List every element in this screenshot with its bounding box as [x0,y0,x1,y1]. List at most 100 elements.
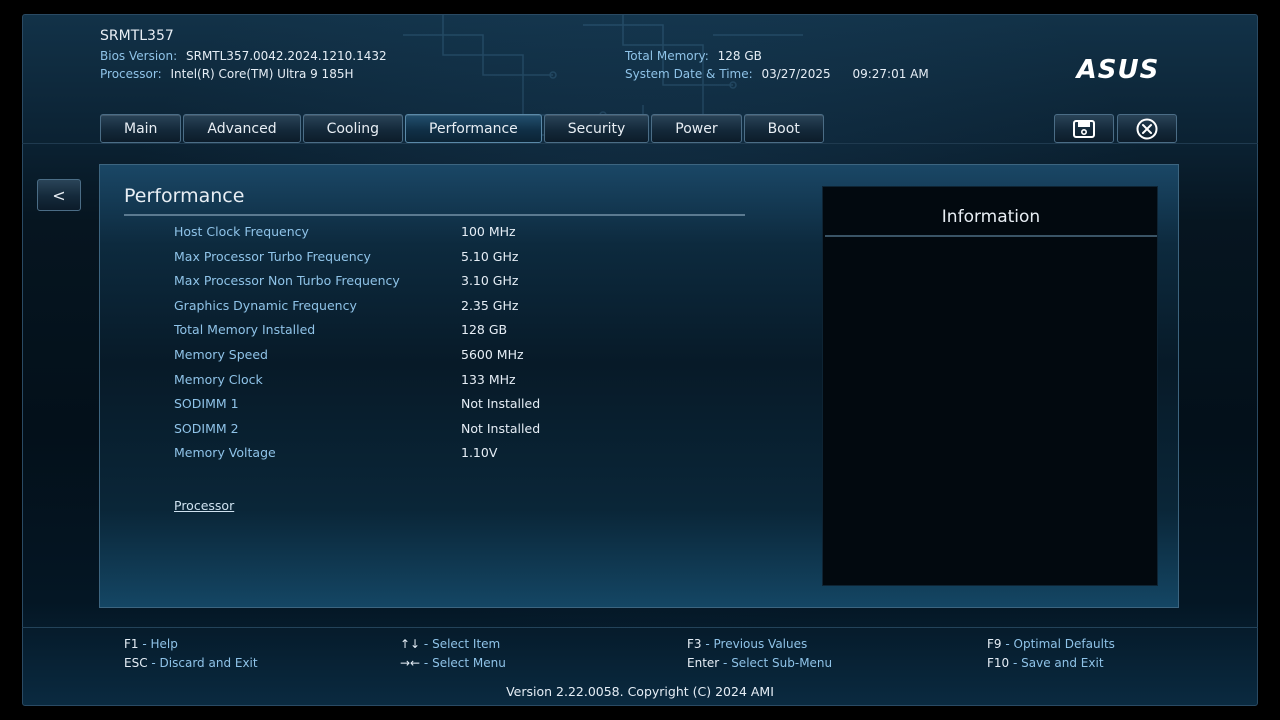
information-divider [825,235,1157,237]
hotkey-separator: - [420,656,433,670]
total-memory-row: Total Memory: 128 GB [625,49,762,63]
total-memory-label: Total Memory: [625,49,709,63]
setting-name: Max Processor Non Turbo Frequency [174,273,400,289]
hotkey-separator: - [1009,656,1022,670]
hotkey-desc: Optimal Defaults [1013,637,1115,651]
setting-row[interactable]: SODIMM 1 Not Installed [174,396,734,421]
bios-version-label: Bios Version: [100,49,178,63]
footer-divider [22,627,1258,628]
hotkey-f1: F1 - Help [124,637,178,651]
exit-button[interactable] [1117,114,1177,143]
setting-name: Graphics Dynamic Frequency [174,297,357,313]
tab-performance[interactable]: Performance [405,114,542,143]
setting-row[interactable]: Max Processor Non Turbo Frequency 3.10 G… [174,273,734,298]
tab-advanced[interactable]: Advanced [183,114,301,143]
setting-name: SODIMM 1 [174,396,239,412]
setting-value: 100 MHz [461,224,516,239]
setting-name: SODIMM 2 [174,420,239,436]
page-title: Performance [124,185,245,207]
setting-value: Not Installed [461,396,541,412]
hotkey-key: Enter [687,656,720,670]
setting-row[interactable]: Total Memory Installed 128 GB [174,322,734,347]
setting-name: Memory Clock [174,371,263,387]
hotkey-key: F3 [687,637,702,651]
hotkey-desc: Previous Values [713,637,808,651]
hotkey-esc: ESC - Discard and Exit [124,656,258,670]
setting-value: 5600 MHz [461,346,524,362]
main-tabs: Main Advanced Cooling Performance Securi… [100,114,824,143]
setting-value: Not Installed [461,420,541,436]
setting-name: Memory Voltage [174,445,276,461]
setting-row[interactable]: Max Processor Turbo Frequency 5.10 GHz [174,249,734,274]
hotkey-desc: Save and Exit [1021,656,1104,670]
hotkey-desc: Discard and Exit [159,656,258,670]
setting-name: Total Memory Installed [174,322,316,338]
processor-label: Processor: [100,67,162,81]
save-button[interactable] [1054,114,1114,143]
setting-value: 128 GB [461,322,508,338]
hotkey-desc: Select Sub-Menu [731,656,833,670]
time-value[interactable]: 09:27:01 AM [852,67,928,81]
hotkey-desc: Select Menu [432,656,506,670]
processor-value: Intel(R) Core(TM) Ultra 9 185H [170,67,354,81]
hotkey-key: →← [400,656,421,670]
tab-boot[interactable]: Boot [743,114,824,143]
setting-row[interactable]: Graphics Dynamic Frequency 2.35 GHz [174,298,734,323]
hotkey-separator: - [719,656,732,670]
hotkey-f9: F9 - Optimal Defaults [987,637,1115,651]
setting-row[interactable]: SODIMM 2 Not Installed [174,421,734,446]
setting-row[interactable]: Memory Speed 5600 MHz [174,347,734,372]
setting-value: 133 MHz [461,371,516,387]
setting-name: Max Processor Turbo Frequency [174,248,371,264]
hotkey-key: F10 [987,656,1010,670]
tab-cooling[interactable]: Cooling [302,114,404,143]
tab-main[interactable]: Main [100,114,182,143]
setting-value: 2.35 GHz [461,297,519,313]
processor-row: Processor: Intel(R) Core(TM) Ultra 9 185… [100,67,354,81]
system-name: SRMTL357 [100,28,174,44]
settings-list: Host Clock Frequency 100 MHz Max Process… [174,224,734,470]
tab-power[interactable]: Power [651,114,742,143]
hotkey-desc: Help [150,637,178,651]
hotkey-separator: - [701,637,714,651]
setting-row[interactable]: Memory Voltage 1.10V [174,445,734,470]
tab-security[interactable]: Security [543,114,650,143]
setting-name: Memory Speed [174,346,268,362]
hotkey-enter: Enter - Select Sub-Menu [687,656,832,670]
setting-row[interactable]: Host Clock Frequency 100 MHz [174,224,734,249]
hotkey-f3: F3 - Previous Values [687,637,807,651]
total-memory-value: 128 GB [717,49,762,63]
hotkey-separator: - [138,637,151,651]
bios-version-value: SRMTL357.0042.2024.1210.1432 [185,49,387,63]
back-button[interactable]: < [37,179,81,211]
datetime-label: System Date & Time: [625,67,753,81]
setting-row[interactable]: Memory Clock 133 MHz [174,372,734,397]
close-circle-icon [1136,118,1158,139]
tab-divider [22,143,1258,144]
version-text: Version 2.22.0058. Copyright (C) 2024 AM… [506,684,774,699]
setting-value: 5.10 GHz [461,248,519,264]
datetime-row: System Date & Time: 03/27/2025 09:27:01 … [625,67,929,81]
hotkey-separator: - [147,656,160,670]
hotkey-key: F1 [124,637,139,651]
hotkey-key: ↑↓ [400,637,421,651]
hotkey-key: ESC [124,656,148,670]
hotkey-separator: - [1001,637,1014,651]
hotkey-desc: Select Item [432,637,501,651]
hotkey-leftright: →← - Select Menu [400,656,506,670]
title-divider [124,214,745,216]
hotkey-key: F9 [987,637,1002,651]
hotkey-f10: F10 - Save and Exit [987,656,1104,670]
date-value[interactable]: 03/27/2025 [761,67,830,81]
asus-logo-text: ASUS [1075,58,1160,80]
hotkey-separator: - [420,637,433,651]
information-panel: Information [822,186,1158,586]
setting-value: 1.10V [461,445,498,461]
bios-version-row: Bios Version: SRMTL357.0042.2024.1210.14… [100,49,387,63]
setting-name: Host Clock Frequency [174,224,309,239]
information-title: Information [941,207,1041,227]
processor-submenu-link[interactable]: Processor [174,498,234,513]
hotkey-updown: ↑↓ - Select Item [400,637,500,651]
save-icon [1073,119,1095,138]
setting-value: 3.10 GHz [461,273,519,289]
